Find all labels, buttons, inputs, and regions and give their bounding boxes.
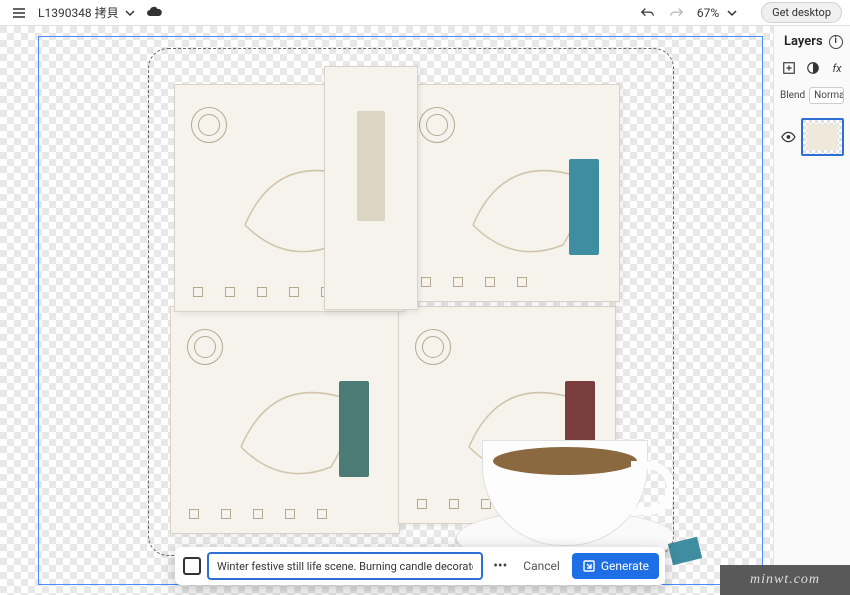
generate-label: Generate — [601, 559, 649, 573]
redo-button[interactable] — [665, 2, 687, 24]
add-image-button[interactable] — [183, 557, 201, 575]
fx-button[interactable]: fx — [830, 59, 844, 77]
mask-button[interactable] — [806, 59, 820, 77]
info-icon[interactable]: i — [829, 35, 843, 49]
redo-icon — [668, 5, 684, 21]
layer-thumbnail[interactable] — [801, 118, 844, 156]
tea-box-slim — [324, 66, 418, 310]
prompt-input[interactable] — [207, 552, 483, 580]
layer-item[interactable] — [780, 118, 844, 156]
layers-panel: Layers i fx Blend Normal — [773, 26, 850, 595]
hamburger-icon — [11, 5, 27, 21]
top-toolbar: L1390348 拷貝 67% Get desktop — [0, 0, 850, 26]
product-image — [140, 54, 670, 554]
watermark: minwt.com — [720, 565, 850, 595]
zoom-level[interactable]: 67% — [697, 6, 719, 20]
document-title[interactable]: L1390348 拷貝 — [38, 4, 119, 21]
hamburger-menu-button[interactable] — [8, 2, 30, 24]
canvas-area[interactable]: ••• Cancel Generate — [0, 26, 773, 595]
cancel-button[interactable]: Cancel — [517, 559, 566, 573]
get-desktop-button[interactable]: Get desktop — [761, 2, 842, 23]
tea-box — [170, 306, 400, 534]
more-options-button[interactable]: ••• — [489, 558, 511, 574]
cloud-icon[interactable] — [145, 4, 163, 22]
chevron-down-icon[interactable] — [725, 6, 739, 20]
tea-cup — [446, 392, 696, 572]
visibility-icon[interactable] — [780, 128, 797, 146]
undo-button[interactable] — [637, 2, 659, 24]
generate-button[interactable]: Generate — [572, 553, 659, 579]
blend-label: Blend — [780, 90, 805, 101]
tea-box — [402, 84, 620, 302]
chevron-down-icon[interactable] — [123, 6, 137, 20]
generative-fill-bar: ••• Cancel Generate — [175, 547, 665, 585]
layers-title-text: Layers — [784, 34, 823, 49]
undo-icon — [640, 5, 656, 21]
add-layer-button[interactable] — [782, 59, 796, 77]
panel-title: Layers i — [780, 34, 844, 49]
generate-icon — [582, 559, 596, 573]
blend-mode-select[interactable]: Normal — [809, 87, 844, 104]
